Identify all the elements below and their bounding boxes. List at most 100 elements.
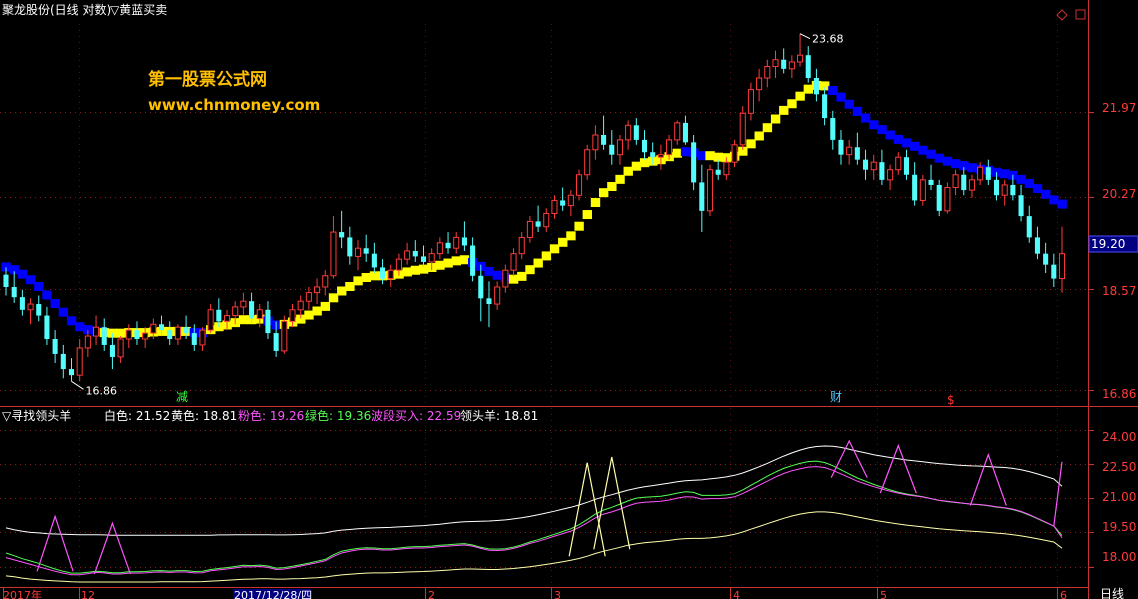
candle-body [494, 286, 501, 305]
yb-segment [410, 265, 421, 275]
candle [380, 259, 386, 285]
candle-body [470, 245, 476, 276]
yb-segment [680, 147, 691, 157]
candle [838, 130, 844, 165]
candle [903, 149, 910, 180]
candle-body [412, 250, 418, 257]
candle [174, 324, 181, 345]
square-icon[interactable] [1075, 9, 1086, 20]
candle [453, 232, 460, 254]
candle [1026, 205, 1032, 243]
candle-body [240, 300, 247, 308]
candle [101, 318, 107, 351]
yb-segment [926, 149, 936, 159]
yb-segment [508, 274, 519, 284]
candle-body [666, 139, 673, 156]
yb-segment [893, 134, 904, 144]
candle [813, 68, 819, 102]
candle [919, 174, 926, 206]
candle-body [977, 166, 984, 181]
candle-body [633, 125, 639, 140]
candle-body [167, 330, 173, 340]
max-price-marker: 23.68 [799, 33, 844, 46]
yb-segment [754, 131, 764, 141]
yb-segment [484, 266, 494, 276]
legend-yellow: 黄色: 18.81 [171, 409, 237, 423]
candle-body [453, 236, 460, 249]
candle-body [968, 179, 975, 191]
yb-segment [877, 125, 887, 135]
candle-body [846, 146, 853, 156]
yb-segment [328, 293, 339, 303]
candle [1018, 184, 1024, 222]
candle-body [199, 329, 206, 346]
candle [404, 242, 411, 265]
candle-body [347, 237, 353, 257]
yb-segment [623, 166, 633, 176]
yb-segment [517, 271, 527, 281]
candle [330, 216, 337, 279]
candle-body [134, 330, 140, 340]
candle [633, 118, 639, 145]
candle [199, 327, 206, 351]
signal-reduce: 减 [176, 390, 188, 404]
yb-segment [1000, 169, 1010, 179]
candle-body [551, 199, 558, 214]
candle-body [895, 156, 902, 171]
candle [3, 267, 9, 296]
candle-body [1001, 184, 1008, 196]
candle [11, 271, 17, 303]
sub-indicator-lines [5, 439, 1063, 583]
candle [560, 187, 566, 211]
candle [314, 278, 321, 305]
candle-body [993, 179, 1000, 196]
candle-body [395, 258, 402, 271]
candle-body [944, 187, 951, 212]
period-label[interactable]: 日线 [1100, 587, 1124, 599]
time-label: 4 [733, 589, 740, 599]
yb-segment [42, 290, 52, 300]
candle [535, 205, 541, 233]
stock-chart[interactable]: 聚龙股份(日线 对数) ▽黄蓝买卖 第一股票公式网 www.chnmoney.c… [0, 0, 1138, 599]
candle [322, 270, 329, 296]
candle-body [174, 326, 181, 340]
candle [52, 330, 58, 363]
candle [682, 115, 688, 145]
yb-segment [910, 141, 920, 151]
yb-segment [746, 139, 756, 149]
candle [436, 237, 443, 260]
candle-body [289, 309, 296, 322]
candle [240, 292, 247, 316]
candle [887, 164, 894, 191]
yb-segment [58, 307, 69, 317]
candle [265, 301, 271, 340]
candle-body [928, 179, 934, 185]
diamond-icon[interactable] [1056, 9, 1068, 21]
yb-segment [238, 315, 249, 325]
candle-body [339, 232, 345, 238]
candle-body [60, 353, 66, 370]
candle-body [526, 220, 533, 238]
yb-segment [844, 99, 854, 109]
legend-wave-buy: 波段买入: 22.59 [371, 408, 461, 423]
current-price: 19.20 [1091, 237, 1125, 251]
yb-segment [1032, 184, 1043, 194]
candle [36, 295, 42, 322]
yb-segment [828, 86, 838, 96]
candle [846, 139, 853, 165]
candle [870, 154, 877, 180]
candle-body [354, 247, 362, 257]
yb-segment [459, 255, 470, 265]
candle [691, 135, 697, 191]
candle-body [387, 269, 394, 280]
yb-segment [672, 148, 683, 158]
candle-body [781, 59, 787, 69]
candle-body [11, 286, 17, 298]
yb-segment [885, 130, 895, 140]
candle [641, 130, 648, 160]
yb-segment [950, 159, 961, 169]
candle-body [281, 320, 288, 352]
candle [84, 330, 91, 357]
wave-buy-spike [36, 514, 74, 572]
candle [461, 221, 467, 251]
